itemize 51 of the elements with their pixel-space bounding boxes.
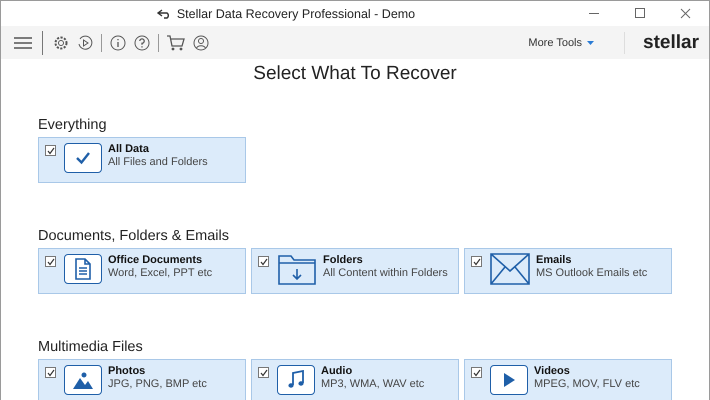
more-tools-button[interactable]: More Tools — [528, 36, 594, 48]
category-card[interactable]: Videos MPEG, MOV, FLV etc — [464, 359, 672, 400]
category-description: JPG, PNG, BMP etc — [108, 378, 207, 390]
user-icon[interactable] — [193, 34, 209, 50]
category-name: Audio — [321, 365, 354, 377]
category-description: MP3, WMA, WAV etc — [321, 378, 424, 390]
category-name: Photos — [108, 365, 146, 377]
section-title: Everything — [38, 117, 108, 133]
logo: stellar — [624, 32, 699, 54]
caret-icon — [587, 40, 594, 44]
section-title: Documents, Folders & Emails — [38, 228, 230, 244]
play-icon — [490, 365, 528, 395]
category-description: Word, Excel, PPT etc — [108, 267, 212, 279]
back-arrow-icon[interactable] — [156, 8, 171, 18]
category-name: Emails — [536, 254, 572, 266]
page-heading: Select What To Recover — [252, 63, 458, 85]
checkbox[interactable] — [258, 367, 269, 378]
envelope-icon — [490, 253, 530, 285]
category-card[interactable]: Office Documents Word, Excel, PPT etc — [38, 248, 246, 294]
folder-icon — [277, 253, 317, 287]
category-card[interactable]: Folders All Content within Folders — [251, 248, 459, 294]
checkbox[interactable] — [45, 256, 56, 267]
category-card[interactable]: Photos JPG, PNG, BMP etc — [38, 359, 246, 400]
category-name: All Data — [108, 143, 150, 155]
music-note-icon — [277, 365, 315, 395]
category-card[interactable]: Emails MS Outlook Emails etc — [464, 248, 672, 294]
section-title: Multimedia Files — [38, 339, 144, 355]
category-description: All Content within Folders — [323, 267, 448, 279]
checkbox[interactable] — [471, 256, 482, 267]
info-icon[interactable] — [110, 34, 126, 50]
category-name: Office Documents — [108, 254, 204, 266]
category-description: MPEG, MOV, FLV etc — [534, 378, 640, 390]
checkbox[interactable] — [45, 367, 56, 378]
category-card[interactable]: Audio MP3, WMA, WAV etc — [251, 359, 459, 400]
help-icon[interactable] — [134, 34, 150, 50]
image-icon — [64, 365, 102, 395]
category-card[interactable]: All Data All Files and Folders — [38, 137, 246, 183]
cart-icon[interactable] — [167, 34, 185, 50]
checkbox[interactable] — [471, 367, 482, 378]
document-icon — [64, 254, 102, 284]
replay-icon[interactable] — [77, 34, 93, 50]
checkbox[interactable] — [45, 145, 56, 156]
category-description: All Files and Folders — [108, 156, 208, 168]
checkmark-icon — [64, 143, 102, 173]
category-description: MS Outlook Emails etc — [536, 267, 648, 279]
menu-icon[interactable] — [14, 36, 32, 48]
category-name: Videos — [534, 365, 571, 377]
settings-icon[interactable] — [53, 34, 69, 50]
window-title: Stellar Data Recovery Professional - Demo — [176, 6, 416, 20]
category-name: Folders — [323, 254, 364, 266]
checkbox[interactable] — [258, 256, 269, 267]
